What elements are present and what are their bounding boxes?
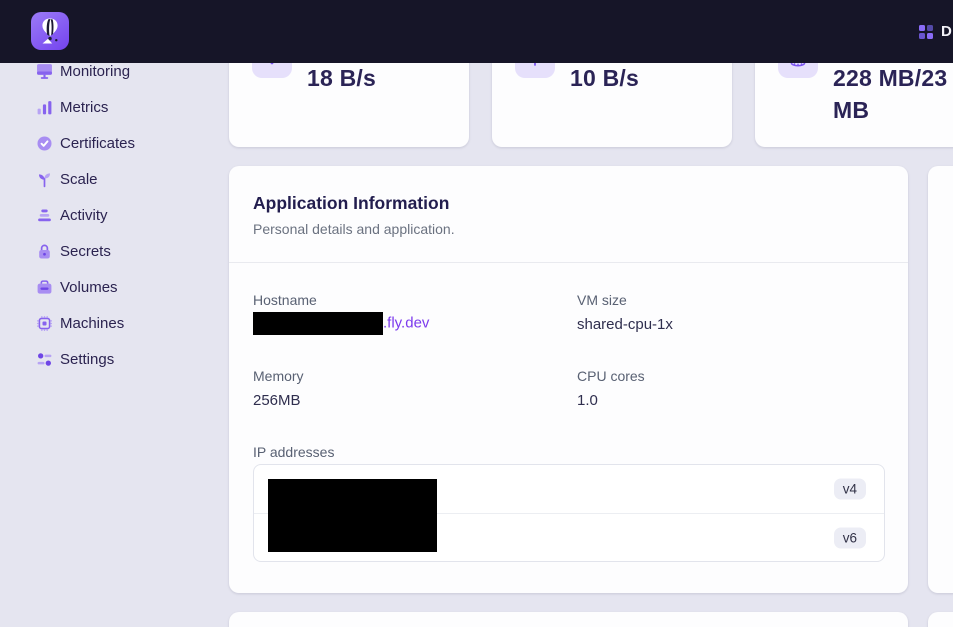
dashboard-link-partial[interactable]: D (941, 23, 953, 40)
sidebar-item-label: Monitoring (60, 63, 130, 80)
monitor-icon (36, 63, 53, 80)
bar-chart-icon (36, 99, 53, 116)
stat-value: 228 MB/23 MB (833, 62, 947, 126)
sidebar-item-metrics[interactable]: Metrics (0, 89, 228, 125)
vm-size-value: shared-cpu-1x (577, 316, 673, 333)
stat-value: 18 B/s (307, 62, 376, 94)
hostname-domain-link[interactable]: .fly.dev (383, 314, 429, 331)
cpu-cores-value: 1.0 (577, 392, 598, 409)
hostname-label: Hostname (253, 292, 317, 308)
sidebar-item-machines[interactable]: Machines (0, 305, 228, 341)
seedling-icon (36, 171, 53, 188)
badge-check-icon (36, 135, 53, 152)
memory-value: 256MB (253, 392, 301, 409)
hostname-value: .fly.dev (253, 312, 429, 335)
ip-addresses-label: IP addresses (253, 444, 334, 460)
topbar-right-group: D (919, 0, 953, 63)
sidebar-item-settings[interactable]: Settings (0, 341, 228, 377)
card-title: Application Information (253, 193, 449, 214)
sidebar-item-label: Activity (60, 207, 108, 224)
redacted-ip-addresses (268, 479, 437, 552)
activity-stack-icon (36, 207, 53, 224)
cpu-cores-label: CPU cores (577, 368, 645, 384)
top-navigation-bar: D (0, 0, 953, 63)
ip-version-badge: v4 (834, 479, 866, 500)
drive-icon (36, 279, 53, 296)
sidebar-item-label: Secrets (60, 243, 111, 260)
sidebar-item-label: Certificates (60, 135, 135, 152)
ip-addresses-list: v4 v6 (253, 464, 885, 562)
sidebar-item-certificates[interactable]: Certificates (0, 125, 228, 161)
apps-grid-icon[interactable] (919, 25, 933, 39)
secondary-column-card-partial (928, 166, 953, 593)
sidebar-item-volumes[interactable]: Volumes (0, 269, 228, 305)
stat-value: 10 B/s (570, 62, 639, 94)
next-section-card-partial (229, 612, 908, 627)
fly-balloon-logo[interactable] (31, 12, 69, 50)
card-subtitle: Personal details and application. (253, 221, 455, 237)
vm-size-label: VM size (577, 292, 627, 308)
sidebar: Monitoring Metrics Certificates Scale Ac… (0, 53, 228, 377)
memory-label: Memory (253, 368, 304, 384)
next-secondary-card-partial (928, 612, 953, 627)
sidebar-item-label: Scale (60, 171, 98, 188)
sidebar-item-label: Settings (60, 351, 114, 368)
redacted-hostname (253, 312, 383, 335)
sidebar-item-label: Volumes (60, 279, 118, 296)
lock-icon (36, 243, 53, 260)
chip-icon (36, 315, 53, 332)
sidebar-item-label: Machines (60, 315, 124, 332)
sidebar-item-secrets[interactable]: Secrets (0, 233, 228, 269)
toggles-icon (36, 351, 53, 368)
application-information-card: Application Information Personal details… (229, 166, 908, 593)
ip-version-badge: v6 (834, 528, 866, 549)
sidebar-item-scale[interactable]: Scale (0, 161, 228, 197)
divider (229, 262, 908, 263)
sidebar-item-activity[interactable]: Activity (0, 197, 228, 233)
sidebar-item-label: Metrics (60, 99, 108, 116)
